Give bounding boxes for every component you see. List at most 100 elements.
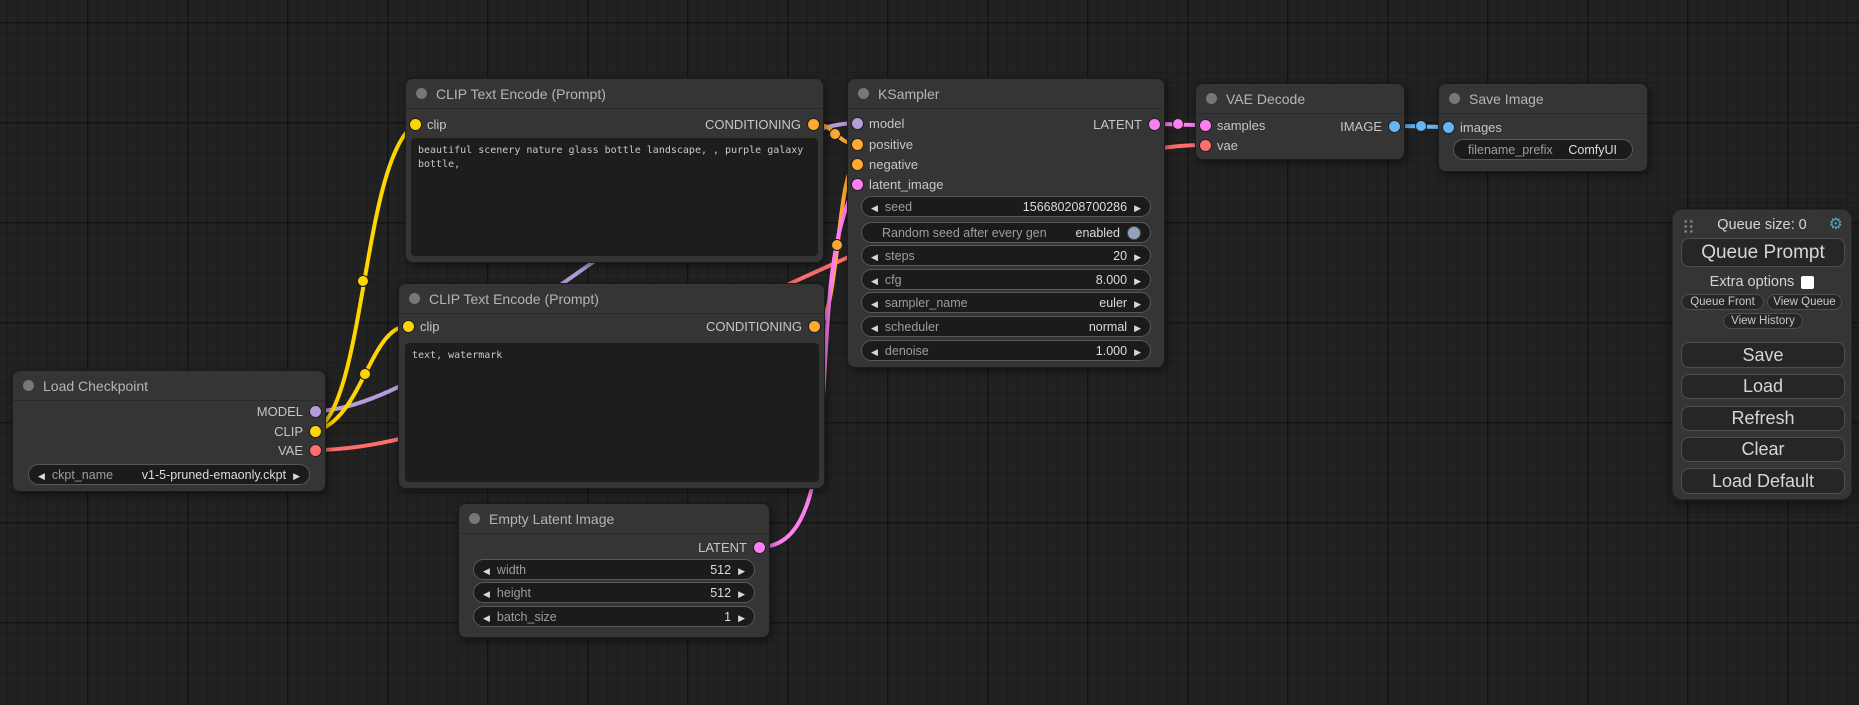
- decrement-arrow-icon[interactable]: [483, 586, 490, 600]
- port-latent-image-input[interactable]: [852, 179, 863, 190]
- port-model-input[interactable]: [852, 118, 863, 129]
- collapse-dot-icon[interactable]: [469, 513, 480, 524]
- node-clip-text-encode-negative[interactable]: CLIP Text Encode (Prompt) clip CONDITION…: [398, 283, 825, 489]
- steps-widget[interactable]: steps 20: [861, 245, 1151, 266]
- load-button[interactable]: Load: [1681, 374, 1845, 399]
- port-clip-input[interactable]: [403, 321, 414, 332]
- save-button[interactable]: Save: [1681, 342, 1845, 368]
- increment-arrow-icon[interactable]: [1134, 273, 1141, 287]
- link-midpoint-dot[interactable]: [1173, 119, 1184, 130]
- increment-arrow-icon[interactable]: [738, 586, 745, 600]
- node-graph-canvas[interactable]: Load Checkpoint MODEL CLIP VAE ckpt_name…: [0, 0, 1859, 705]
- port-images-input[interactable]: [1443, 122, 1454, 133]
- next-value-arrow-icon[interactable]: [293, 468, 300, 482]
- ckpt-name-combo[interactable]: ckpt_name v1-5-pruned-emaonly.ckpt: [28, 464, 310, 485]
- view-queue-button[interactable]: View Queue: [1767, 294, 1842, 310]
- extra-options-checkbox[interactable]: [1801, 276, 1814, 289]
- input-label-latent-image: latent_image: [869, 178, 943, 191]
- port-samples-input[interactable]: [1200, 120, 1211, 131]
- refresh-button[interactable]: Refresh: [1681, 406, 1845, 431]
- collapse-dot-icon[interactable]: [23, 380, 34, 391]
- link-midpoint-dot[interactable]: [830, 129, 841, 140]
- node-title: Load Checkpoint: [43, 378, 148, 394]
- seed-widget[interactable]: seed 156680208700286: [861, 196, 1151, 217]
- prompt-text-area[interactable]: beautiful scenery nature glass bottle la…: [411, 138, 818, 256]
- node-ksampler[interactable]: KSampler model positive negative latent_…: [847, 78, 1165, 368]
- port-clip-output[interactable]: [310, 426, 321, 437]
- link-midpoint-dot[interactable]: [360, 369, 371, 380]
- denoise-widget[interactable]: denoise 1.000: [861, 340, 1151, 361]
- scheduler-widget[interactable]: scheduler normal: [861, 316, 1151, 337]
- widget-value: normal: [1089, 320, 1127, 334]
- settings-gear-icon[interactable]: ⚙: [1829, 216, 1843, 234]
- queue-panel[interactable]: Queue size: 0 ⚙ Queue Prompt Extra optio…: [1672, 209, 1852, 500]
- decrement-arrow-icon[interactable]: [483, 563, 490, 577]
- prompt-text-area[interactable]: text, watermark: [405, 343, 819, 482]
- link-midpoint-dot[interactable]: [1416, 121, 1427, 132]
- drag-handle-icon[interactable]: [1683, 219, 1694, 233]
- node-empty-latent-image[interactable]: Empty Latent Image LATENT width 512 heig…: [458, 503, 770, 638]
- sampler-name-widget[interactable]: sampler_name euler: [861, 292, 1151, 313]
- node-vae-decode[interactable]: VAE Decode samples vae IMAGE: [1195, 83, 1405, 160]
- random-seed-toggle-widget[interactable]: Random seed after every gen enabled: [861, 222, 1151, 243]
- next-value-arrow-icon[interactable]: [1134, 320, 1141, 334]
- decrement-arrow-icon[interactable]: [483, 610, 490, 624]
- toggle-knob-icon[interactable]: [1127, 226, 1141, 240]
- collapse-dot-icon[interactable]: [858, 88, 869, 99]
- view-history-button[interactable]: View History: [1723, 313, 1803, 329]
- collapse-dot-icon[interactable]: [1206, 93, 1217, 104]
- input-label-clip: clip: [427, 118, 447, 131]
- increment-arrow-icon[interactable]: [1134, 200, 1141, 214]
- node-title-bar[interactable]: CLIP Text Encode (Prompt): [406, 79, 823, 109]
- port-vae-output[interactable]: [310, 445, 321, 456]
- port-conditioning-output[interactable]: [809, 321, 820, 332]
- increment-arrow-icon[interactable]: [738, 563, 745, 577]
- port-positive-input[interactable]: [852, 139, 863, 150]
- increment-arrow-icon[interactable]: [1134, 344, 1141, 358]
- next-value-arrow-icon[interactable]: [1134, 296, 1141, 310]
- node-title-bar[interactable]: CLIP Text Encode (Prompt): [399, 284, 824, 314]
- port-vae-input[interactable]: [1200, 140, 1211, 151]
- port-model-output[interactable]: [310, 406, 321, 417]
- collapse-dot-icon[interactable]: [416, 88, 427, 99]
- queue-front-button[interactable]: Queue Front: [1681, 294, 1764, 310]
- prev-value-arrow-icon[interactable]: [871, 320, 878, 334]
- port-conditioning-output[interactable]: [808, 119, 819, 130]
- collapse-dot-icon[interactable]: [1449, 93, 1460, 104]
- link-midpoint-dot[interactable]: [358, 276, 369, 287]
- filename-prefix-widget[interactable]: filename_prefix ComfyUI: [1453, 139, 1633, 160]
- prev-value-arrow-icon[interactable]: [871, 296, 878, 310]
- node-title-bar[interactable]: VAE Decode: [1196, 84, 1404, 114]
- node-clip-text-encode-positive[interactable]: CLIP Text Encode (Prompt) clip CONDITION…: [405, 78, 824, 263]
- port-latent-output[interactable]: [1149, 119, 1160, 130]
- node-title-bar[interactable]: KSampler: [848, 79, 1164, 109]
- port-latent-output[interactable]: [754, 542, 765, 553]
- clear-button[interactable]: Clear: [1681, 437, 1845, 462]
- queue-size-label: Queue size: 0: [1673, 217, 1851, 233]
- queue-prompt-button[interactable]: Queue Prompt: [1681, 238, 1845, 267]
- node-title-bar[interactable]: Save Image: [1439, 84, 1647, 114]
- node-save-image[interactable]: Save Image images filename_prefix ComfyU…: [1438, 83, 1648, 172]
- decrement-arrow-icon[interactable]: [871, 273, 878, 287]
- input-label-vae: vae: [1217, 139, 1238, 152]
- collapse-dot-icon[interactable]: [409, 293, 420, 304]
- port-clip-input[interactable]: [410, 119, 421, 130]
- port-negative-input[interactable]: [852, 159, 863, 170]
- cfg-widget[interactable]: cfg 8.000: [861, 269, 1151, 290]
- prev-value-arrow-icon[interactable]: [38, 468, 45, 482]
- load-default-button[interactable]: Load Default: [1681, 468, 1845, 494]
- port-image-output[interactable]: [1389, 121, 1400, 132]
- link-midpoint-dot[interactable]: [832, 240, 843, 251]
- node-title-bar[interactable]: Empty Latent Image: [459, 504, 769, 534]
- decrement-arrow-icon[interactable]: [871, 200, 878, 214]
- height-widget[interactable]: height 512: [473, 582, 755, 603]
- node-title: CLIP Text Encode (Prompt): [429, 291, 599, 307]
- batch-size-widget[interactable]: batch_size 1: [473, 606, 755, 627]
- decrement-arrow-icon[interactable]: [871, 344, 878, 358]
- node-load-checkpoint[interactable]: Load Checkpoint MODEL CLIP VAE ckpt_name…: [12, 370, 326, 492]
- width-widget[interactable]: width 512: [473, 559, 755, 580]
- decrement-arrow-icon[interactable]: [871, 249, 878, 263]
- increment-arrow-icon[interactable]: [1134, 249, 1141, 263]
- increment-arrow-icon[interactable]: [738, 610, 745, 624]
- node-title-bar[interactable]: Load Checkpoint: [13, 371, 325, 401]
